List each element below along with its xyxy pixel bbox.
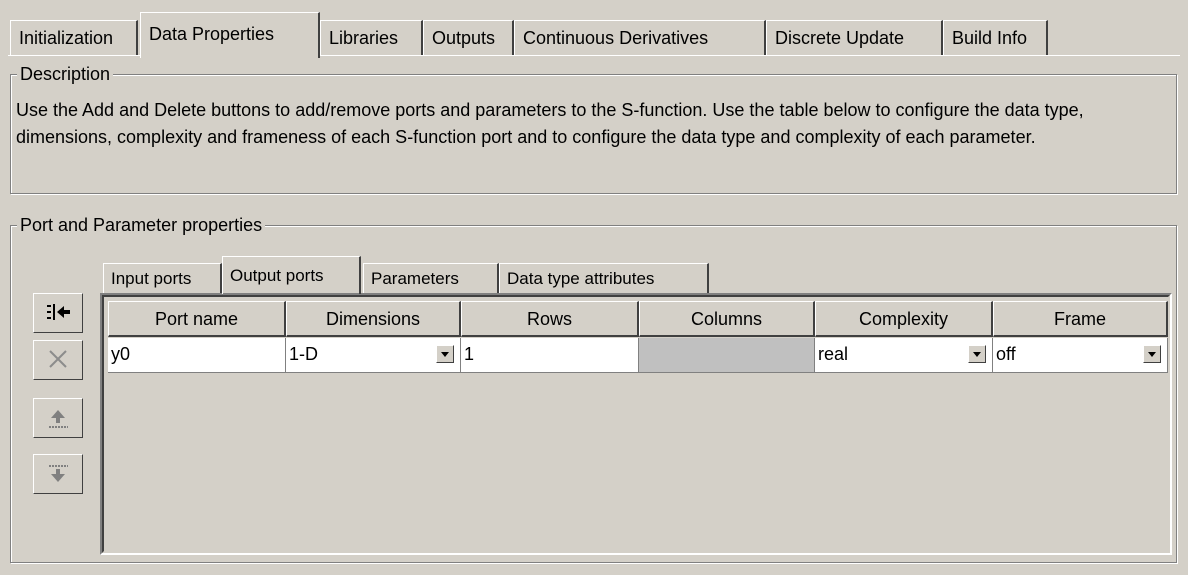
header-port-name[interactable]: Port name [108,301,286,337]
add-port-icon [47,304,70,320]
header-frame[interactable]: Frame [993,301,1168,337]
cell-rows[interactable]: 1 [461,338,639,373]
main-tab-bar: Initialization Data Properties Libraries… [10,12,1180,58]
header-columns[interactable]: Columns [639,301,815,337]
cell-dimensions-value: 1-D [289,344,319,364]
header-dimensions[interactable]: Dimensions [286,301,461,337]
description-group: Description Use the Add and Delete butto… [10,63,1177,194]
port-table-body: Port name Dimensions Rows Columns Comple… [102,295,1170,553]
tab-data-properties[interactable]: Data Properties [140,12,320,58]
tab-continuous-derivatives[interactable]: Continuous Derivatives [514,20,766,56]
tab-build-info[interactable]: Build Info [943,20,1048,56]
chevron-down-icon[interactable] [968,345,986,363]
subtab-output-ports[interactable]: Output ports [222,256,361,294]
cell-complexity-value: real [818,344,849,364]
move-down-icon [49,465,68,482]
move-up-button[interactable] [33,398,83,438]
subtab-data-type-attributes[interactable]: Data type attributes [499,263,709,293]
port-parameter-title: Port and Parameter properties [17,214,266,236]
subtab-parameters[interactable]: Parameters [363,263,499,293]
description-title: Description [17,63,114,85]
cell-complexity-dropdown[interactable]: real [815,338,993,373]
cell-columns [639,338,815,373]
delete-icon [49,350,67,368]
header-complexity[interactable]: Complexity [815,301,993,337]
tab-libraries[interactable]: Libraries [320,20,423,56]
cell-frame-value: off [996,344,1016,364]
add-port-button[interactable] [33,293,83,333]
cell-port-name[interactable]: y0 [108,338,286,373]
tab-outputs[interactable]: Outputs [423,20,514,56]
tab-discrete-update[interactable]: Discrete Update [766,20,943,56]
port-table: Port name Dimensions Rows Columns Comple… [100,293,1172,555]
port-subtab-bar: Input ports Output ports Parameters Data… [103,256,803,294]
tab-initialization[interactable]: Initialization [10,20,138,56]
chevron-down-icon[interactable] [1143,345,1161,363]
header-rows[interactable]: Rows [461,301,639,337]
cell-frame-dropdown[interactable]: off [993,338,1168,373]
move-down-button[interactable] [33,454,83,494]
subtab-input-ports[interactable]: Input ports [103,263,222,293]
description-text: Use the Add and Delete buttons to add/re… [16,100,1084,147]
cell-dimensions-dropdown[interactable]: 1-D [286,338,461,373]
move-up-icon [49,410,68,428]
delete-port-button[interactable] [33,340,83,380]
chevron-down-icon[interactable] [436,345,454,363]
